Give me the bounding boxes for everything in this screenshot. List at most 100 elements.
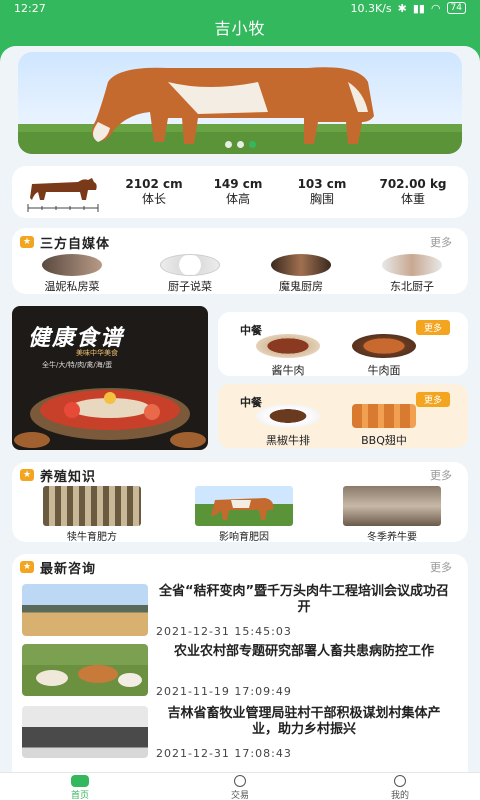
profile-icon [394,775,406,787]
stat-value: 103 cm [297,177,347,191]
news-thumbnail [22,706,148,758]
news-item-2[interactable]: 农业农村部专题研究部署人畜共患病防控工作 2021-11-19 17:09:49 [22,644,452,698]
carousel-dot[interactable] [224,141,232,148]
knowledge-item-3[interactable]: 冬季养牛要 [342,486,442,543]
bluetooth-icon: ✱ [397,1,407,15]
hotpot-image [14,388,206,448]
tab-home[interactable]: 首页 [0,773,160,800]
dish-label: 黑椒牛排 [266,434,310,447]
tab-label: 我的 [390,791,409,800]
news-title: 农业农村部专题研究部署人畜共患病防控工作 [173,644,434,659]
dish-label: 牛肉面 [367,364,401,377]
media-item-wenni[interactable]: 温妮私房菜 [32,254,112,294]
stat-value: 2102 cm [125,177,183,191]
dish-image [256,404,320,428]
news-date: 2021-12-31 15:45:03 [156,625,292,638]
knowledge-more-link[interactable]: 更多 [430,467,452,483]
knowledge-item-1[interactable]: 犊牛育肥方 [42,486,142,543]
dish-heijiao-niupai[interactable]: 黑椒牛排 [248,404,328,448]
news-title: 全省“秸秆变肉”暨千万头肉牛工程培训会议成功召开 [158,584,450,615]
media-label: 魔鬼厨房 [279,280,323,293]
dish-image [352,334,416,358]
knowledge-item-2[interactable]: 影响育肥因 [194,486,294,543]
avatar [271,254,331,276]
news-date: 2021-11-19 17:09:49 [156,685,292,698]
tab-mine[interactable]: 我的 [320,773,480,800]
stat-value: 702.00 kg [379,177,447,191]
banner-cow-image [18,52,462,154]
knowledge-image [195,486,293,526]
media-item-mogui[interactable]: 魔鬼厨房 [261,254,341,294]
news-item-1[interactable]: 全省“秸秆变肉”暨千万头肉牛工程培训会议成功召开 2021-12-31 15:4… [22,584,452,638]
network-speed: 10.3K/s [350,1,392,15]
news-thumbnail [22,644,148,696]
stat-label: 体高 [225,192,250,206]
news-more-link[interactable]: 更多 [430,559,452,575]
recipe-card-1[interactable]: 中餐 更多 酱牛肉 牛肉面 [218,312,468,378]
trade-icon [234,775,246,787]
signal-icon: ▮▮ [412,1,425,15]
news-item-3[interactable]: 吉林省畜牧业管理局驻村干部积极谋划村集体产业，助力乡村振兴 2021-12-31… [22,706,452,760]
avatar [382,254,442,276]
healthy-recipe-poster[interactable]: 健康食谱 美味中华美食 全牛/大/特/肉/禽/海/蛋 [12,306,208,450]
carousel-dots [18,141,462,148]
stat-weight: 702.00 kg 体重 [364,177,462,207]
news-date: 2021-12-31 17:08:43 [156,747,292,760]
dish-jiangniurou[interactable]: 酱牛肉 [248,334,328,378]
star-icon: ★ [20,236,34,248]
media-label: 东北厨子 [390,280,434,293]
knowledge-image [343,486,441,526]
media-label: 温妮私房菜 [44,280,100,293]
dish-bbq-chizhong[interactable]: BBQ翅中 [344,404,424,448]
banner-carousel[interactable] [18,52,462,154]
recipe-card-2[interactable]: 中餐 更多 黑椒牛排 BBQ翅中 [218,384,468,448]
section-title: 三方自媒体 [40,236,111,252]
dish-label: BBQ翅中 [361,434,407,447]
status-time: 12:27 [14,1,46,15]
poster-subtitle: 美味中华美食 [76,349,118,357]
app-title: 吉小牧 [214,19,266,38]
poster-tags: 全牛/大/特/肉/禽/海/蛋 [42,361,113,369]
wifi-icon: ◠ [430,1,441,15]
media-item-dongbei[interactable]: 东北厨子 [372,254,452,294]
dish-niuroumian[interactable]: 牛肉面 [344,334,424,378]
bottom-tab-bar: 首页 交易 我的 [0,772,480,800]
carousel-dot-active[interactable] [248,141,256,148]
knowledge-image [43,486,141,526]
tab-trade[interactable]: 交易 [160,773,320,800]
avatar [160,254,220,276]
stat-label: 胸围 [309,192,334,206]
carousel-dot[interactable] [236,141,244,148]
recipe-more-button[interactable]: 更多 [415,320,450,335]
avatar [42,254,102,276]
media-label: 厨子说菜 [168,280,212,293]
tab-label: 首页 [70,791,89,800]
dish-image [256,334,320,358]
section-title: 最新咨询 [40,561,97,577]
star-icon: ★ [20,469,34,481]
status-bar: 12:27 10.3K/s ✱ ▮▮ ◠ 74 [0,0,480,16]
knowledge-label: 冬季养牛要 [367,532,417,543]
cow-measurements-card[interactable]: 2102 cm 体长 149 cm 体高 103 cm 胸围 702.00 kg… [12,166,468,218]
stat-label: 体长 [141,192,166,206]
battery-icon: 74 [446,2,466,14]
news-title: 吉林省畜牧业管理局驻村干部积极谋划村集体产业，助力乡村振兴 [167,706,441,737]
dish-image [352,404,416,428]
knowledge-label: 犊牛育肥方 [67,532,117,543]
home-icon [71,775,89,787]
news-thumbnail [22,584,148,636]
cow-measure-icon [27,178,99,212]
stat-label: 体重 [400,192,425,206]
media-item-chuzi[interactable]: 厨子说菜 [150,254,230,294]
knowledge-label: 影响育肥因 [219,532,269,543]
dish-label: 酱牛肉 [271,364,305,377]
tab-label: 交易 [230,791,249,800]
media-section-header: ★ 三方自媒体 更多 [20,231,452,253]
cattle-image [36,665,142,687]
stat-chest-girth: 103 cm 胸围 [280,177,364,207]
stat-body-height: 149 cm 体高 [196,177,280,207]
media-more-link[interactable]: 更多 [430,234,452,250]
stat-body-length: 2102 cm 体长 [112,177,196,207]
knowledge-section-header: ★ 养殖知识 更多 [20,464,452,486]
stat-value: 149 cm [213,177,263,191]
